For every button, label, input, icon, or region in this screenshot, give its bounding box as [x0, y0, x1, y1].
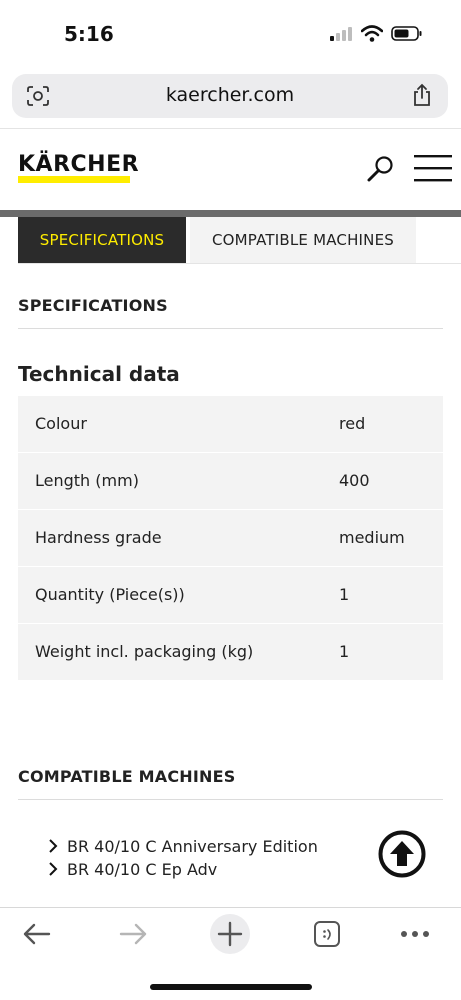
- compatible-machines-heading: COMPATIBLE MACHINES: [18, 767, 236, 786]
- status-time: 5:16: [64, 22, 114, 46]
- tab-compatible-machines[interactable]: COMPATIBLE MACHINES: [190, 217, 416, 263]
- spec-value: 400: [339, 471, 370, 490]
- back-arrow-icon: [23, 923, 51, 945]
- section-divider: [18, 799, 443, 800]
- chevron-right-icon: [49, 862, 58, 876]
- compatible-machine-link[interactable]: BR 40/10 C Anniversary Edition: [48, 835, 318, 857]
- chevron-right-icon: [49, 839, 58, 853]
- url-text[interactable]: kaercher.com: [12, 84, 448, 106]
- spec-label: Colour: [35, 414, 87, 433]
- spec-value: medium: [339, 528, 405, 547]
- table-row: Colour red: [18, 396, 443, 453]
- tab-specifications[interactable]: SPECIFICATIONS: [18, 217, 186, 263]
- machine-name[interactable]: BR 40/10 C Anniversary Edition: [67, 837, 318, 856]
- spec-value: red: [339, 414, 366, 433]
- machine-name[interactable]: BR 40/10 C Ep Adv: [67, 860, 217, 879]
- technical-data-title: Technical data: [18, 362, 180, 386]
- header-separator: [0, 210, 461, 217]
- battery-icon: [391, 26, 422, 41]
- spec-label: Hardness grade: [35, 528, 162, 547]
- new-tab-button[interactable]: [208, 914, 252, 954]
- logo-yellow-bar: [18, 176, 130, 183]
- spec-value: 1: [339, 642, 350, 661]
- technical-data-table: Colour red Length (mm) 400 Hardness grad…: [18, 396, 443, 681]
- forward-arrow-icon: [119, 923, 147, 945]
- spec-label: Quantity (Piece(s)): [35, 585, 185, 604]
- more-icon: [401, 931, 429, 937]
- wifi-icon: [361, 25, 383, 42]
- spec-value: 1: [339, 585, 350, 604]
- table-row: Hardness grade medium: [18, 510, 443, 567]
- share-icon[interactable]: [412, 83, 432, 107]
- cellular-signal-icon: [330, 27, 352, 41]
- table-row: Weight incl. packaging (kg) 1: [18, 624, 443, 681]
- tabs-button[interactable]: [312, 914, 342, 954]
- karcher-logo[interactable]: KÄRCHER: [18, 152, 139, 186]
- table-row: Length (mm) 400: [18, 453, 443, 510]
- home-indicator: [150, 984, 312, 990]
- tabs-divider: [18, 263, 461, 264]
- logo-text: KÄRCHER: [18, 152, 140, 177]
- new-tab-plus-icon: [210, 914, 250, 954]
- more-button[interactable]: [398, 914, 432, 954]
- divider: [0, 128, 461, 129]
- specifications-heading: SPECIFICATIONS: [18, 296, 168, 315]
- search-icon[interactable]: [366, 154, 396, 184]
- hamburger-menu-icon[interactable]: [414, 154, 452, 182]
- compatible-machine-link[interactable]: BR 40/10 C Ep Adv: [48, 858, 217, 880]
- spec-label: Weight incl. packaging (kg): [35, 642, 254, 661]
- spec-label: Length (mm): [35, 471, 139, 490]
- table-row: Quantity (Piece(s)) 1: [18, 567, 443, 624]
- section-divider: [18, 328, 443, 329]
- scroll-to-top-icon[interactable]: [378, 830, 426, 878]
- tabs-icon: [314, 921, 340, 947]
- toolbar-divider: [0, 907, 461, 908]
- forward-button[interactable]: [116, 914, 150, 954]
- address-bar[interactable]: kaercher.com: [12, 74, 448, 118]
- back-button[interactable]: [20, 914, 54, 954]
